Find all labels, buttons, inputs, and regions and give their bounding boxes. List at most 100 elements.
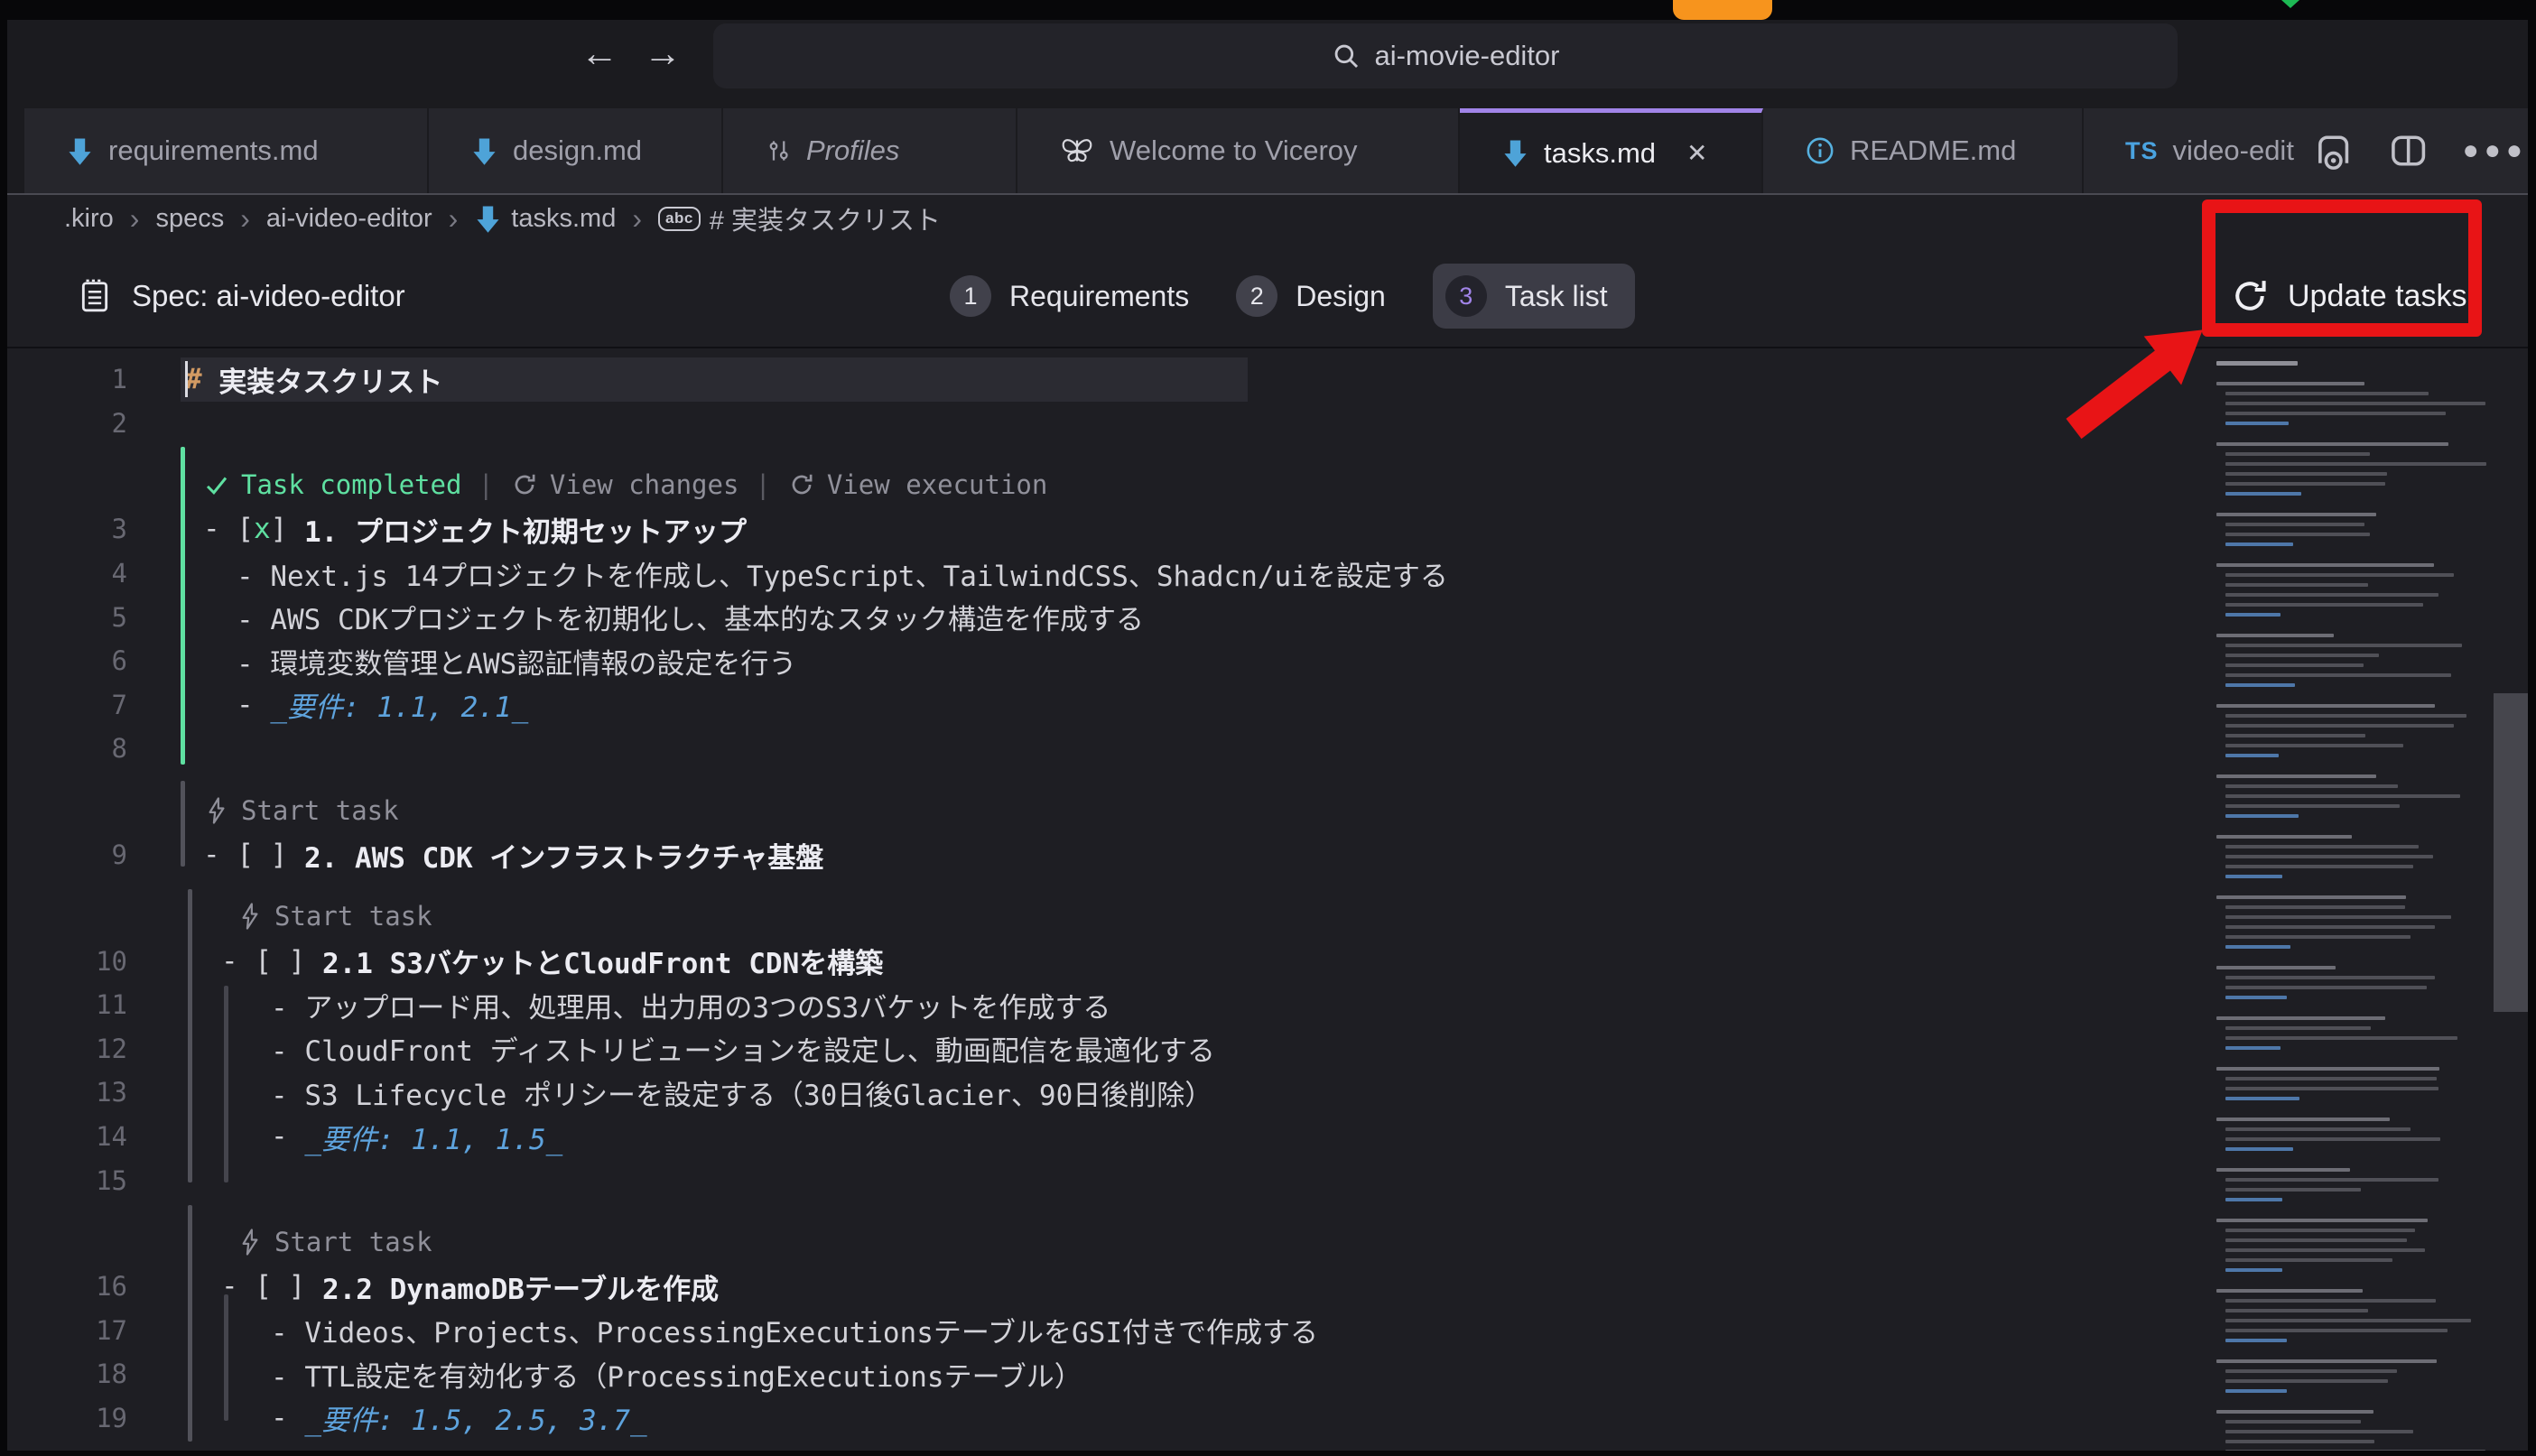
editor-line[interactable]: 8 (7, 727, 2528, 771)
tab-label: requirements.md (108, 134, 319, 167)
tab-readme-md[interactable]: README.md (1763, 108, 2084, 193)
step-label: Requirements (1009, 280, 1189, 313)
editor-line[interactable]: 6- 環境変数管理とAWS認証情報の設定を行う (7, 639, 2528, 683)
editor-line[interactable]: 14- _要件: 1.1, 1.5_ (7, 1115, 2528, 1159)
screencast-icon[interactable] (2312, 129, 2355, 172)
step-label: Task list (1505, 280, 1608, 313)
tab-label: Profiles (806, 134, 899, 167)
annotation-highlight-box (2202, 199, 2482, 337)
markdown-file-icon (470, 136, 498, 166)
editor-line[interactable]: 10- [ ] 2.1 S3バケットとCloudFront CDNを構築 (7, 939, 2528, 983)
screen: ← → ai-movie-editor requirements.md desig… (0, 0, 2536, 1456)
search-icon (1331, 41, 1361, 71)
spec-step-requirements[interactable]: 1 Requirements (950, 275, 1189, 317)
editor-line[interactable]: 17- Videos、Projects、ProcessingExecutions… (7, 1309, 2528, 1353)
profiles-sliders-icon (765, 137, 792, 164)
start-task-bolt-icon (203, 796, 230, 825)
menubar-orange-indicator (1673, 0, 1772, 20)
breadcrumb-separator: › (632, 202, 642, 236)
line-number: 9 (7, 839, 127, 870)
line-number: 10 (7, 946, 127, 977)
step-number: 1 (950, 275, 991, 317)
editor-line[interactable]: 7- _要件: 1.1, 2.1_ (7, 683, 2528, 728)
lens-action-view-changes[interactable]: View changes (510, 469, 739, 500)
breadcrumb-item[interactable]: .kiro (64, 204, 114, 234)
typescript-icon: TS (2125, 137, 2159, 165)
notepad-icon (78, 277, 112, 315)
tab-label: tasks.md (1544, 137, 1656, 170)
lens-action-task-completed[interactable]: Task completed (203, 469, 461, 500)
breadcrumb-separator: › (130, 202, 140, 236)
editor-line[interactable]: 13- S3 Lifecycle ポリシーを設定する（30日後Glacier、9… (7, 1071, 2528, 1115)
abc-symbol-icon: abc (658, 207, 701, 231)
editor-line[interactable]: 11- アップロード用、処理用、出力用の3つのS3バケットを作成する (7, 983, 2528, 1027)
editor-line[interactable]: 18- TTL設定を有効化する（ProcessingExecutionsテーブル… (7, 1352, 2528, 1396)
editor-line[interactable]: 9- [ ] 2. AWS CDK インフラストラクチャ基盤 (7, 833, 2528, 877)
tab-video-edit[interactable]: TS video-edit (2084, 108, 2316, 193)
tab-design-md[interactable]: design.md (429, 108, 723, 193)
tab-label: video-edit (2173, 134, 2294, 167)
editor-scrollbar[interactable] (2494, 693, 2528, 1012)
lens-action-start-task[interactable]: Start task (237, 1227, 432, 1257)
task-block-guide (224, 986, 228, 1182)
editor-line[interactable]: 16- [ ] 2.2 DynamoDBテーブルを作成 (7, 1265, 2528, 1309)
spec-steps: 1 Requirements 2Design 3 Task list (950, 244, 1635, 348)
tab-profiles[interactable]: Profiles (723, 108, 1017, 193)
title-bar: ← → ai-movie-editor (7, 20, 2528, 108)
command-search-input[interactable]: ai-movie-editor (713, 23, 2178, 88)
code-lens-row: Start task (7, 876, 2528, 939)
breadcrumb-item[interactable]: ai-video-editor (266, 204, 432, 234)
step-number: 2 (1236, 275, 1277, 317)
step-number: 3 (1445, 275, 1487, 317)
history-back-button[interactable]: ← (579, 32, 620, 74)
lens-separator: | (474, 469, 497, 500)
info-icon (1805, 135, 1835, 166)
line-number: 2 (7, 408, 127, 439)
breadcrumb-item[interactable]: abc# 実装タスクリスト (658, 199, 941, 237)
editor-line[interactable]: 3- [x] 1. プロジェクト初期セットアップ (7, 507, 2528, 552)
tab-requirements-md[interactable]: requirements.md (24, 108, 429, 193)
check-icon (203, 471, 230, 498)
spec-title: Spec: ai-video-editor (78, 244, 405, 348)
split-editor-icon[interactable] (2387, 129, 2429, 172)
line-number: 14 (7, 1121, 127, 1152)
task-block-guide (188, 889, 192, 1182)
minimap[interactable] (2216, 361, 2492, 1451)
tab-label: Welcome to Viceroy (1110, 134, 1358, 167)
editor-line[interactable]: 12- CloudFront ディストリビューションを設定し、動画配信を最適化す… (7, 1027, 2528, 1071)
lens-action-view-execution[interactable]: View execution (787, 469, 1047, 500)
line-number: 4 (7, 558, 127, 589)
close-tab-icon[interactable]: ✕ (1686, 138, 1707, 168)
line-number: 16 (7, 1271, 127, 1302)
tab-bar: requirements.md design.md Profiles Welcome … (7, 108, 2528, 193)
code-lens-row: Start task (7, 1202, 2528, 1265)
line-number: 19 (7, 1403, 127, 1433)
editor-line[interactable]: 2 (7, 402, 2528, 446)
menubar-green-arrow-icon (2281, 0, 2299, 8)
editor-line[interactable]: 20 (7, 1440, 2528, 1451)
editor-line[interactable]: 4- Next.js 14プロジェクトを作成し、TypeScript、Tailw… (7, 552, 2528, 596)
butterfly-icon (1059, 134, 1095, 167)
editor-line[interactable]: 15 (7, 1158, 2528, 1202)
history-forward-button[interactable]: → (642, 32, 683, 74)
breadcrumb-item[interactable]: tasks.md (474, 204, 616, 234)
code-lens-row: Start task (7, 771, 2528, 833)
editor-line[interactable]: 19- _要件: 1.5, 2.5, 3.7_ (7, 1396, 2528, 1441)
text-cursor (185, 361, 188, 397)
lens-action-start-task[interactable]: Start task (237, 901, 432, 932)
breadcrumb-separator: › (240, 202, 250, 236)
view-sync-icon (510, 470, 539, 499)
editor-line[interactable]: 5- AWS CDKプロジェクトを初期化し、基本的なスタック構造を作成する (7, 595, 2528, 639)
spec-step-design[interactable]: 2Design (1236, 275, 1386, 317)
view-sync-icon (787, 470, 816, 499)
kiro-editor-window: ← → ai-movie-editor requirements.md desig… (7, 20, 2528, 1451)
line-number: 8 (7, 733, 127, 764)
spec-step-task-list[interactable]: 3 Task list (1433, 264, 1635, 329)
more-actions-icon[interactable]: ●●● (2463, 135, 2528, 166)
editor-pane[interactable]: 1# 実装タスクリスト2Task completed|View changes|… (7, 350, 2528, 1451)
lens-action-start-task[interactable]: Start task (203, 795, 399, 826)
tab-welcome-to-viceroy[interactable]: Welcome to Viceroy (1017, 108, 1460, 193)
start-task-bolt-icon (237, 902, 264, 931)
breadcrumb-item[interactable]: specs (155, 204, 224, 234)
tab-tasks-md[interactable]: tasks.md ✕ (1460, 108, 1763, 193)
